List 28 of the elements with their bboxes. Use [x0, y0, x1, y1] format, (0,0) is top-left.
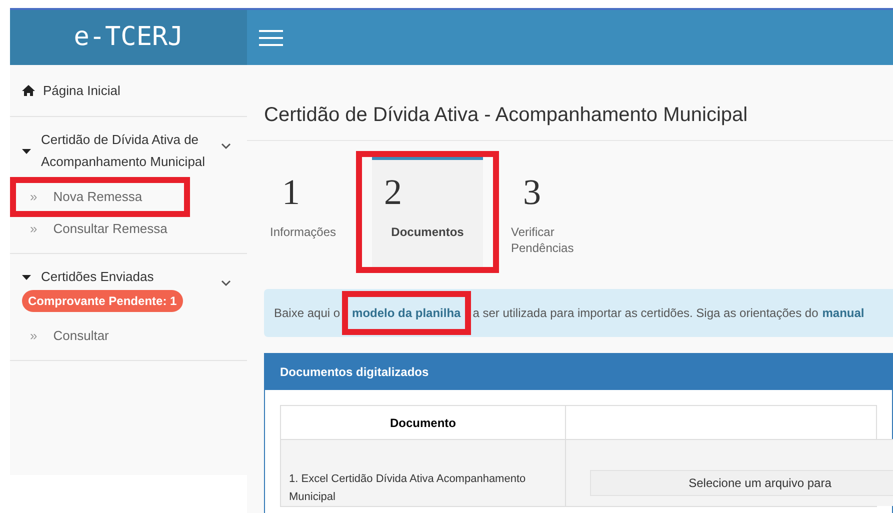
group-label: Certidões Enviadas: [41, 268, 154, 286]
double-chevron-icon: »: [30, 187, 38, 207]
chevron-down-icon: [221, 280, 231, 287]
file-input[interactable]: Selecione um arquivo para: [590, 470, 893, 496]
double-chevron-icon: »: [30, 326, 38, 346]
home-icon: [22, 85, 35, 96]
submenu-item[interactable]: » Consultar: [10, 316, 190, 356]
status-badge: Comprovante Pendente: 1: [22, 290, 183, 312]
info-text: a ser utilizada para importar as certidões. Siga as orientações do: [472, 305, 818, 322]
sidebar-group[interactable]: Certidões Enviadas Comprovante Pendente: 1: [10, 266, 247, 312]
double-chevron-icon: »: [30, 219, 38, 239]
menu-icon[interactable]: [259, 28, 283, 46]
template-link[interactable]: modelo da planilha: [342, 291, 471, 335]
caret-down-icon: [22, 148, 31, 154]
caret-down-icon: [22, 274, 31, 280]
page-title: Certidão de Dívida Ativa - Acompanhamento Municipal: [264, 103, 748, 128]
group-label: Certidão de Dívida Ativa de Acompanhamento Municipal: [41, 131, 206, 171]
chevron-down-icon: [221, 143, 231, 150]
wizard-step[interactable]: 2 Documentos: [356, 151, 499, 273]
panel-header: Documentos digitalizados: [265, 354, 892, 390]
wizard-step[interactable]: 3 Verificar Pendências: [505, 151, 591, 273]
manual-link[interactable]: manual: [822, 304, 864, 322]
table-cell: 1. Excel Certidão Dívida Ativa Acompanhamento Municipal: [281, 439, 566, 506]
sidebar-group[interactable]: Certidão de Dívida Ativa de Acompanhamento Municipal: [10, 129, 247, 173]
submenu-item[interactable]: » Nova Remessa: [10, 177, 190, 217]
wizard-step[interactable]: 1 Informações: [264, 151, 350, 273]
logo: e-TCERJ: [10, 10, 247, 65]
info-text: Baixe aqui o: [274, 305, 340, 322]
